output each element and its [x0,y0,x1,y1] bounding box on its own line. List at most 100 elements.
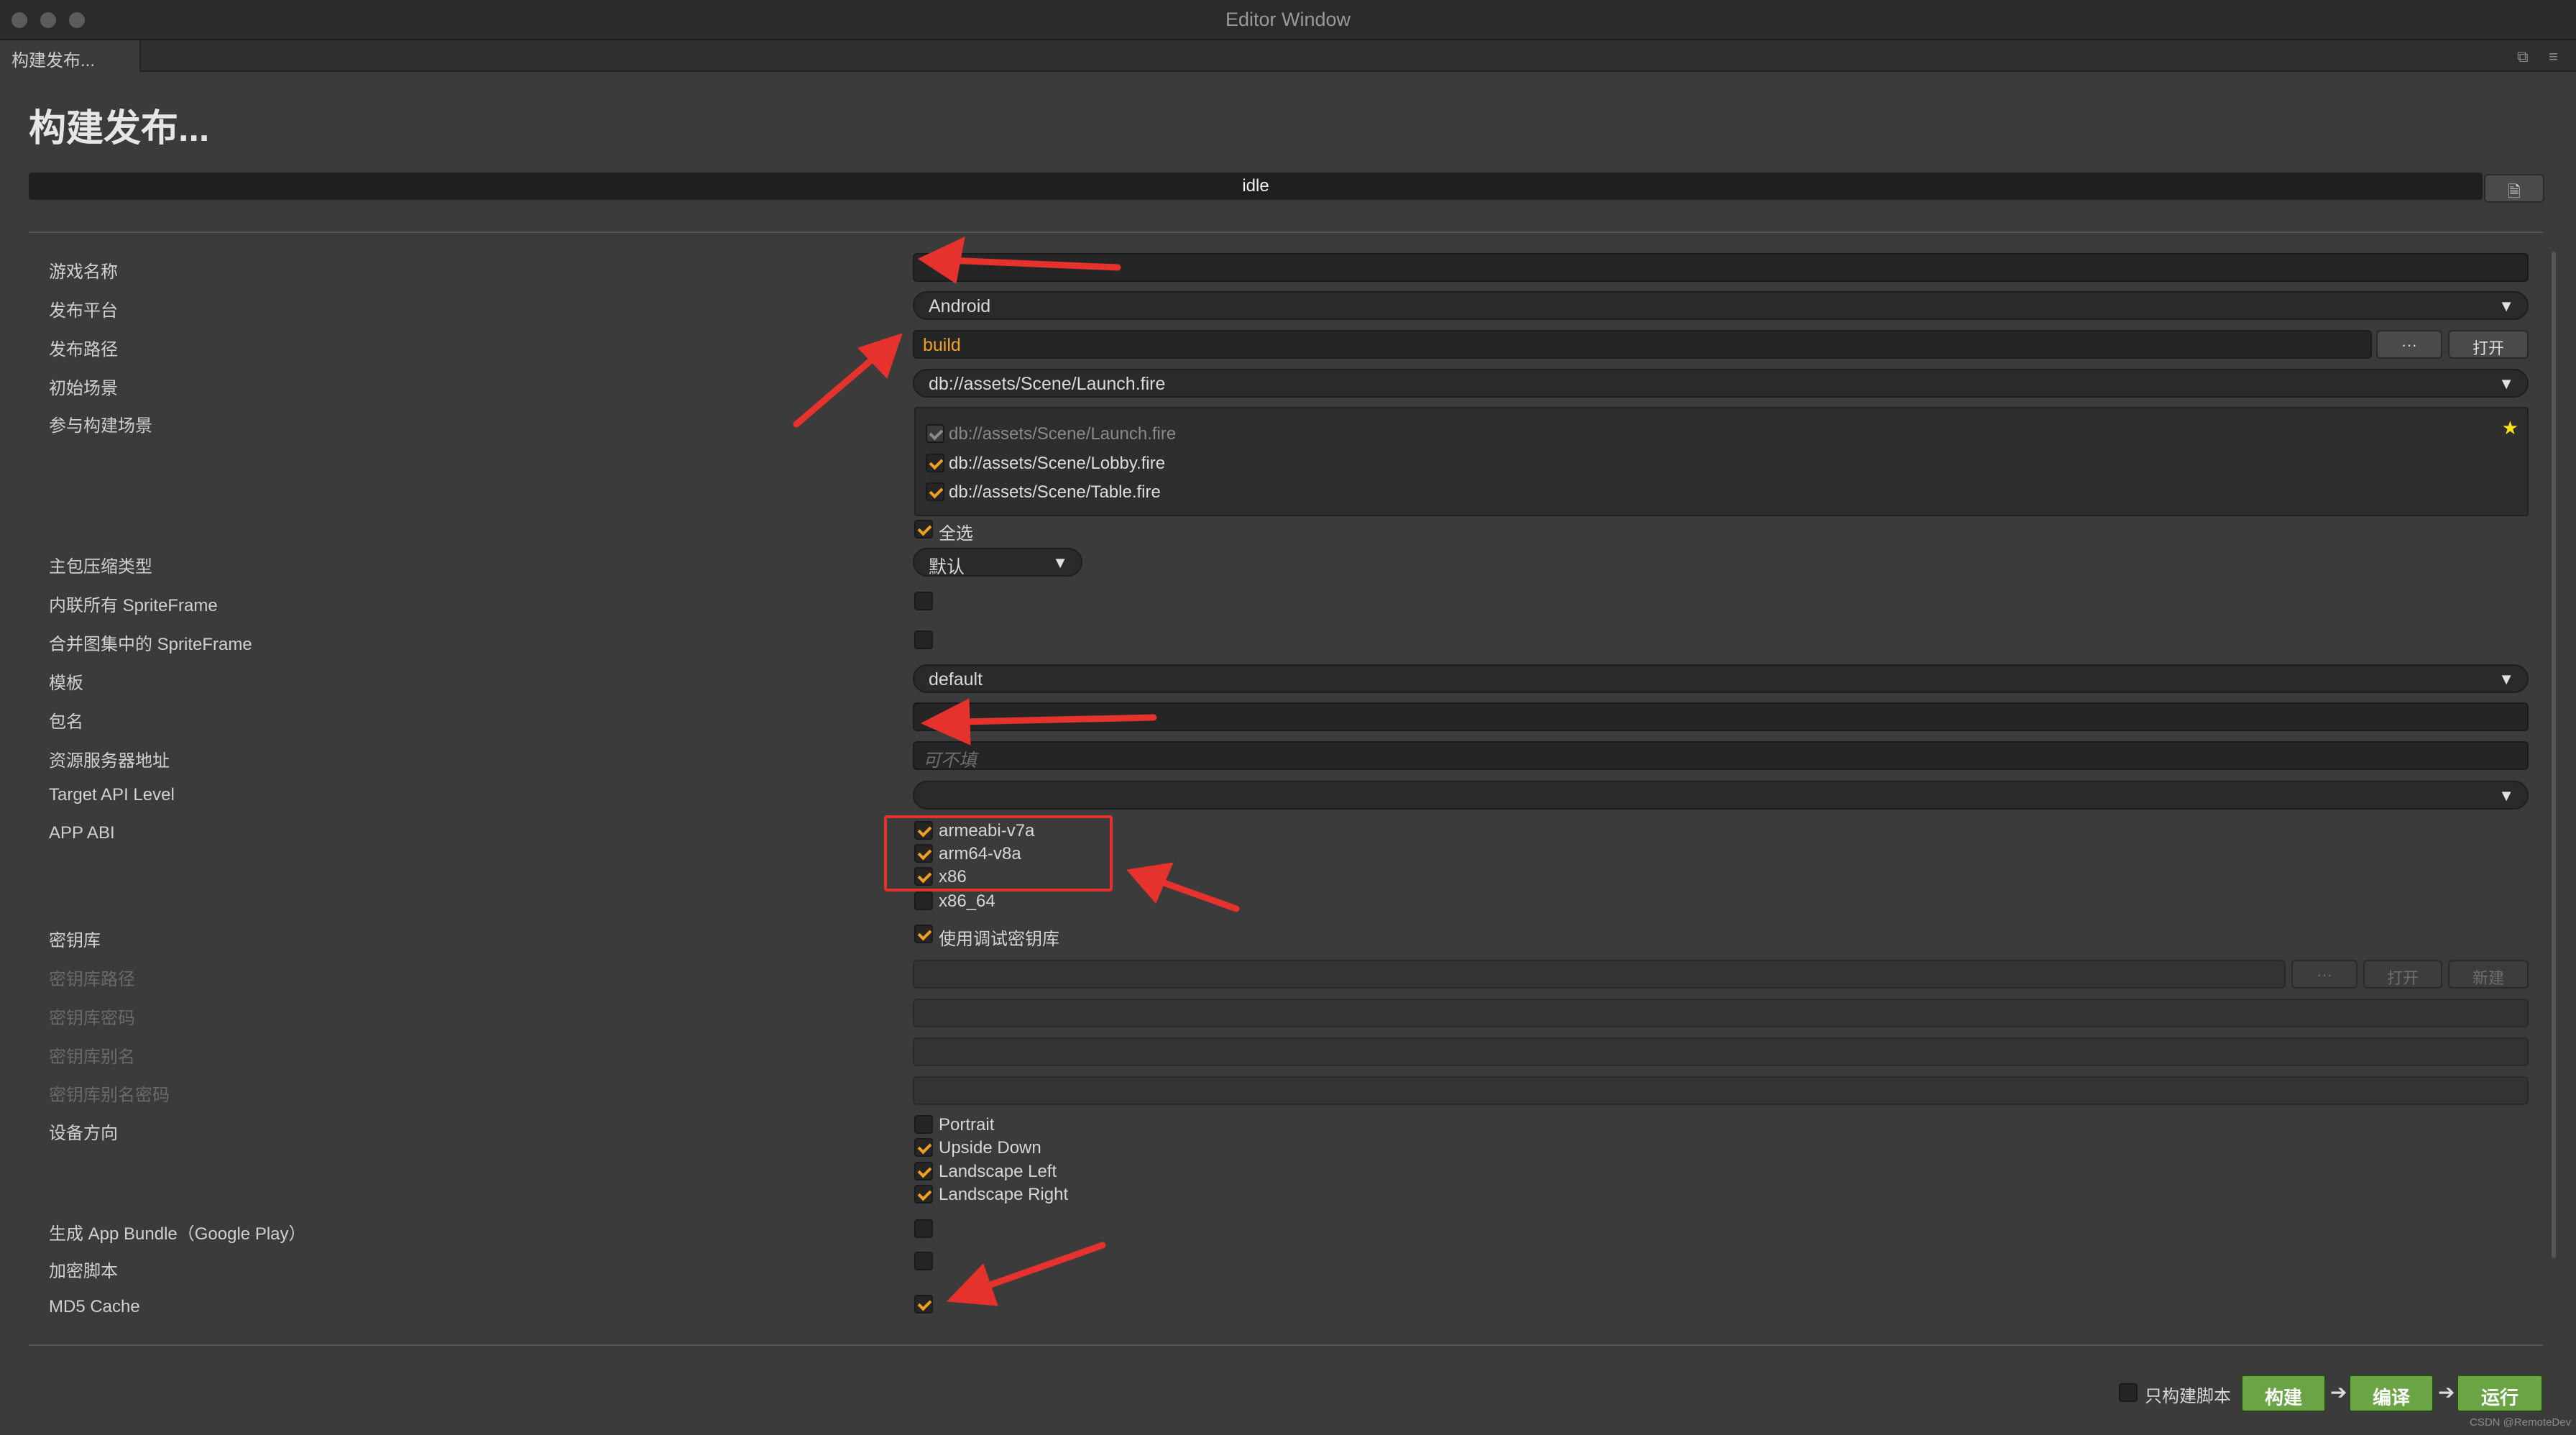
tab-bar: 构建发布... ⧉ ≡ [0,40,2576,72]
only-build-script-label: 只构建脚本 [2145,1387,2231,1406]
label-keystore-path: 密钥库路径 [49,970,135,989]
arrow-head-build-path [857,333,903,379]
popout-icon[interactable]: ⧉ [2517,47,2529,66]
build-status: idle [1242,176,1269,196]
arrow-md5 [977,1242,1106,1292]
orientation-upside-down-checkbox[interactable] [914,1138,933,1157]
label-orientation: 设备方向 [49,1124,118,1143]
label-keystore-password: 密钥库密码 [49,1009,135,1028]
compile-button[interactable]: 编译 [2349,1375,2434,1412]
compression-value: 默认 [929,557,965,577]
keystore-alias-input [913,1037,2529,1066]
open-build-path-button[interactable]: 打开 [2448,330,2529,359]
divider [29,231,2543,233]
platform-select[interactable]: Android ▼ [913,291,2529,320]
build-progress-bar: idle [29,173,2483,200]
label-app-abi: APP ABI [49,823,115,843]
arrow-head-md5 [946,1263,998,1306]
label-target-api: Target API Level [49,785,175,804]
only-build-script-checkbox[interactable] [2119,1383,2138,1402]
caret-down-icon: ▼ [2498,375,2514,393]
scene-lobby: db://assets/Scene/Lobby.fire [949,454,1166,473]
arrow-right-icon: ➔ [2438,1381,2455,1403]
browse-keystore-button: ··· [2291,960,2358,989]
select-all-checkbox[interactable] [914,520,933,538]
scene-checkbox-lobby[interactable] [926,454,944,472]
compression-select[interactable]: 默认 ▼ [913,548,1082,577]
label-start-scene: 初始场景 [49,379,118,398]
open-keystore-button: 打开 [2363,960,2442,989]
scene-table: db://assets/Scene/Table.fire [949,482,1161,502]
watermark: CSDN @RemoteDev [2470,1416,2572,1429]
label-game-name: 游戏名称 [49,262,118,282]
label-md5-cache: MD5 Cache [49,1297,140,1316]
caret-down-icon: ▼ [2498,787,2514,804]
scrollbar[interactable] [2552,252,2556,1258]
build-button[interactable]: 构建 [2241,1375,2326,1412]
label-platform: 发布平台 [49,301,118,321]
caret-down-icon: ▼ [1052,554,1068,572]
orientation-landscape-right-checkbox[interactable] [914,1185,933,1204]
target-api-select[interactable]: ▼ [913,781,2529,810]
label-build-path: 发布路径 [49,340,118,359]
label-merge-spriteframe: 合并图集中的 SpriteFrame [49,635,252,654]
annotation-highlight-box [884,815,1113,891]
build-path-input[interactable]: build [913,330,2372,359]
run-button[interactable]: 运行 [2457,1375,2543,1412]
start-scene-value: db://assets/Scene/Launch.fire [929,374,1166,394]
label-resource-server: 资源服务器地址 [49,751,170,771]
label-compression: 主包压缩类型 [49,557,152,577]
label-template: 模板 [49,674,83,693]
orientation-portrait-checkbox[interactable] [914,1115,933,1134]
label-keystore-alias-password: 密钥库别名密码 [49,1086,170,1105]
start-scene-select[interactable]: db://assets/Scene/Launch.fire ▼ [913,369,2529,398]
use-debug-keystore-label: 使用调试密钥库 [939,930,1059,949]
open-log-button[interactable]: 🗎 [2484,174,2544,203]
label-keystore-alias: 密钥库别名 [49,1047,135,1067]
label-package-name: 包名 [49,712,83,732]
merge-spriteframe-checkbox[interactable] [914,631,933,649]
tab-build[interactable]: 构建发布... [0,40,141,72]
label-encrypt-script: 加密脚本 [49,1262,118,1281]
orientation-landscape-left-checkbox[interactable] [914,1162,933,1180]
divider [29,1344,2543,1346]
orientation-landscape-right-label: Landscape Right [939,1185,1069,1204]
label-keystore: 密钥库 [49,931,101,950]
orientation-upside-down-label: Upside Down [939,1138,1041,1157]
new-keystore-button: 新建 [2448,960,2529,989]
package-name-input[interactable] [913,702,2529,731]
inline-spriteframe-checkbox[interactable] [914,592,933,610]
abi-x86-64-label: x86_64 [939,891,995,911]
orientation-landscape-left-label: Landscape Left [939,1162,1057,1181]
orientation-portrait-label: Portrait [939,1115,995,1134]
scene-checkbox-launch [926,424,944,443]
app-bundle-checkbox[interactable] [914,1219,933,1238]
scene-checkbox-table[interactable] [926,482,944,501]
arrow-build-path [793,353,879,428]
label-build-scenes: 参与构建场景 [49,416,152,436]
keystore-alias-password-input [913,1076,2529,1105]
browse-build-path-button[interactable]: ··· [2376,330,2442,359]
game-name-input[interactable] [913,253,2529,282]
arrow-abi [1156,878,1240,912]
resource-server-input[interactable]: 可不填 [913,741,2529,770]
caret-down-icon: ▼ [2498,297,2514,315]
template-select[interactable]: default ▼ [913,664,2529,693]
title-bar: Editor Window [0,0,2576,40]
scene-launch: db://assets/Scene/Launch.fire [949,424,1177,444]
menu-icon[interactable]: ≡ [2549,47,2558,66]
label-inline-spriteframe: 内联所有 SpriteFrame [49,596,218,615]
md5-cache-checkbox[interactable] [914,1295,933,1313]
keystore-password-input [913,999,2529,1027]
star-icon: ★ [2501,417,2518,439]
window-title: Editor Window [1225,9,1351,30]
document-icon: 🗎 [2508,183,2521,201]
arrow-head-abi [1126,862,1174,904]
platform-value: Android [929,296,991,316]
use-debug-keystore-checkbox[interactable] [914,925,933,943]
template-value: default [929,669,983,689]
abi-x86-64-checkbox[interactable] [914,891,933,910]
page-title: 构建发布... [29,108,210,150]
encrypt-script-checkbox[interactable] [914,1252,933,1270]
label-app-bundle: 生成 App Bundle（Google Play） [49,1224,306,1244]
